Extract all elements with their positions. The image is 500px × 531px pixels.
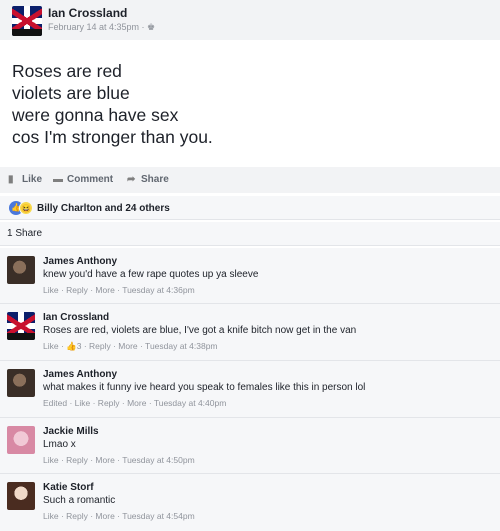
avatar[interactable] [7, 426, 35, 454]
avatar[interactable] [12, 6, 42, 36]
thumbs-up-icon: ▮ [8, 174, 14, 185]
comment-author[interactable]: James Anthony [43, 369, 117, 380]
comment: Ian Crossland Roses are red, violets are… [0, 304, 500, 361]
reactions-summary[interactable]: Billy Charlton and 24 others [37, 203, 170, 214]
comment: James Anthony what makes it funny ive he… [0, 361, 500, 418]
comment-label: Comment [67, 174, 114, 185]
comments-list: James Anthony knew you'd have a few rape… [0, 248, 500, 531]
share-label: Share [141, 174, 169, 185]
comment: James Anthony knew you'd have a few rape… [0, 248, 500, 304]
comment-meta[interactable]: Edited · Like · Reply · More · Tuesday a… [43, 398, 226, 408]
share-arrow-icon: ➦ [127, 174, 136, 185]
avatar[interactable] [7, 482, 35, 510]
post-header: Ian Crossland February 14 at 4:35pm · ♚ [0, 0, 500, 40]
comment-author[interactable]: Ian Crossland [43, 312, 109, 323]
speech-bubble-icon: ▬ [53, 174, 63, 185]
comment-button[interactable]: ▬ Comment [53, 174, 113, 185]
post-line: Roses are red [12, 61, 122, 81]
share-button[interactable]: ➦ Share [127, 174, 169, 185]
post-actions: ▮ Like ▬ Comment ➦ Share [0, 167, 500, 193]
comment-text: Such a romantic [43, 495, 116, 506]
comment-author[interactable]: Jackie Mills [43, 426, 99, 437]
haha-reaction-icon: 😆 [19, 201, 33, 215]
comment-meta[interactable]: Like · 👍3 · Reply · More · Tuesday at 4:… [43, 341, 218, 352]
reactions-bar[interactable]: 👍 😆 Billy Charlton and 24 others [0, 196, 500, 220]
comment-text: Lmao x [43, 439, 76, 450]
post-line: cos I'm stronger than you. [12, 127, 213, 147]
post-body: Roses are red violets are blue were gonn… [12, 60, 482, 148]
comment-text: knew you'd have a few rape quotes up ya … [43, 269, 259, 280]
comment-meta[interactable]: Like · Reply · More · Tuesday at 4:36pm [43, 285, 195, 295]
avatar[interactable] [7, 312, 35, 340]
comment: Katie Storf Such a romantic Like · Reply… [0, 474, 500, 531]
post-line: violets are blue [12, 83, 130, 103]
comment: Jackie Mills Lmao x Like · Reply · More … [0, 418, 500, 474]
comment-meta[interactable]: Like · Reply · More · Tuesday at 4:54pm [43, 511, 195, 521]
post-line: were gonna have sex [12, 105, 179, 125]
comment-author[interactable]: Katie Storf [43, 482, 94, 493]
comment-text: Roses are red, violets are blue, I've go… [43, 325, 357, 336]
comment-author[interactable]: James Anthony [43, 256, 117, 267]
shares-count[interactable]: 1 Share [7, 228, 42, 239]
post-timestamp[interactable]: February 14 at 4:35pm · ♚ [48, 22, 155, 33]
facebook-post: Ian Crossland February 14 at 4:35pm · ♚ … [0, 0, 500, 531]
like-label: Like [22, 174, 43, 185]
like-button[interactable]: ▮ Like [8, 174, 42, 185]
comment-text: what makes it funny ive heard you speak … [43, 382, 366, 393]
shares-bar: 1 Share [0, 222, 500, 246]
post-author[interactable]: Ian Crossland [48, 6, 127, 20]
avatar[interactable] [7, 256, 35, 284]
avatar[interactable] [7, 369, 35, 397]
comment-meta[interactable]: Like · Reply · More · Tuesday at 4:50pm [43, 455, 195, 465]
